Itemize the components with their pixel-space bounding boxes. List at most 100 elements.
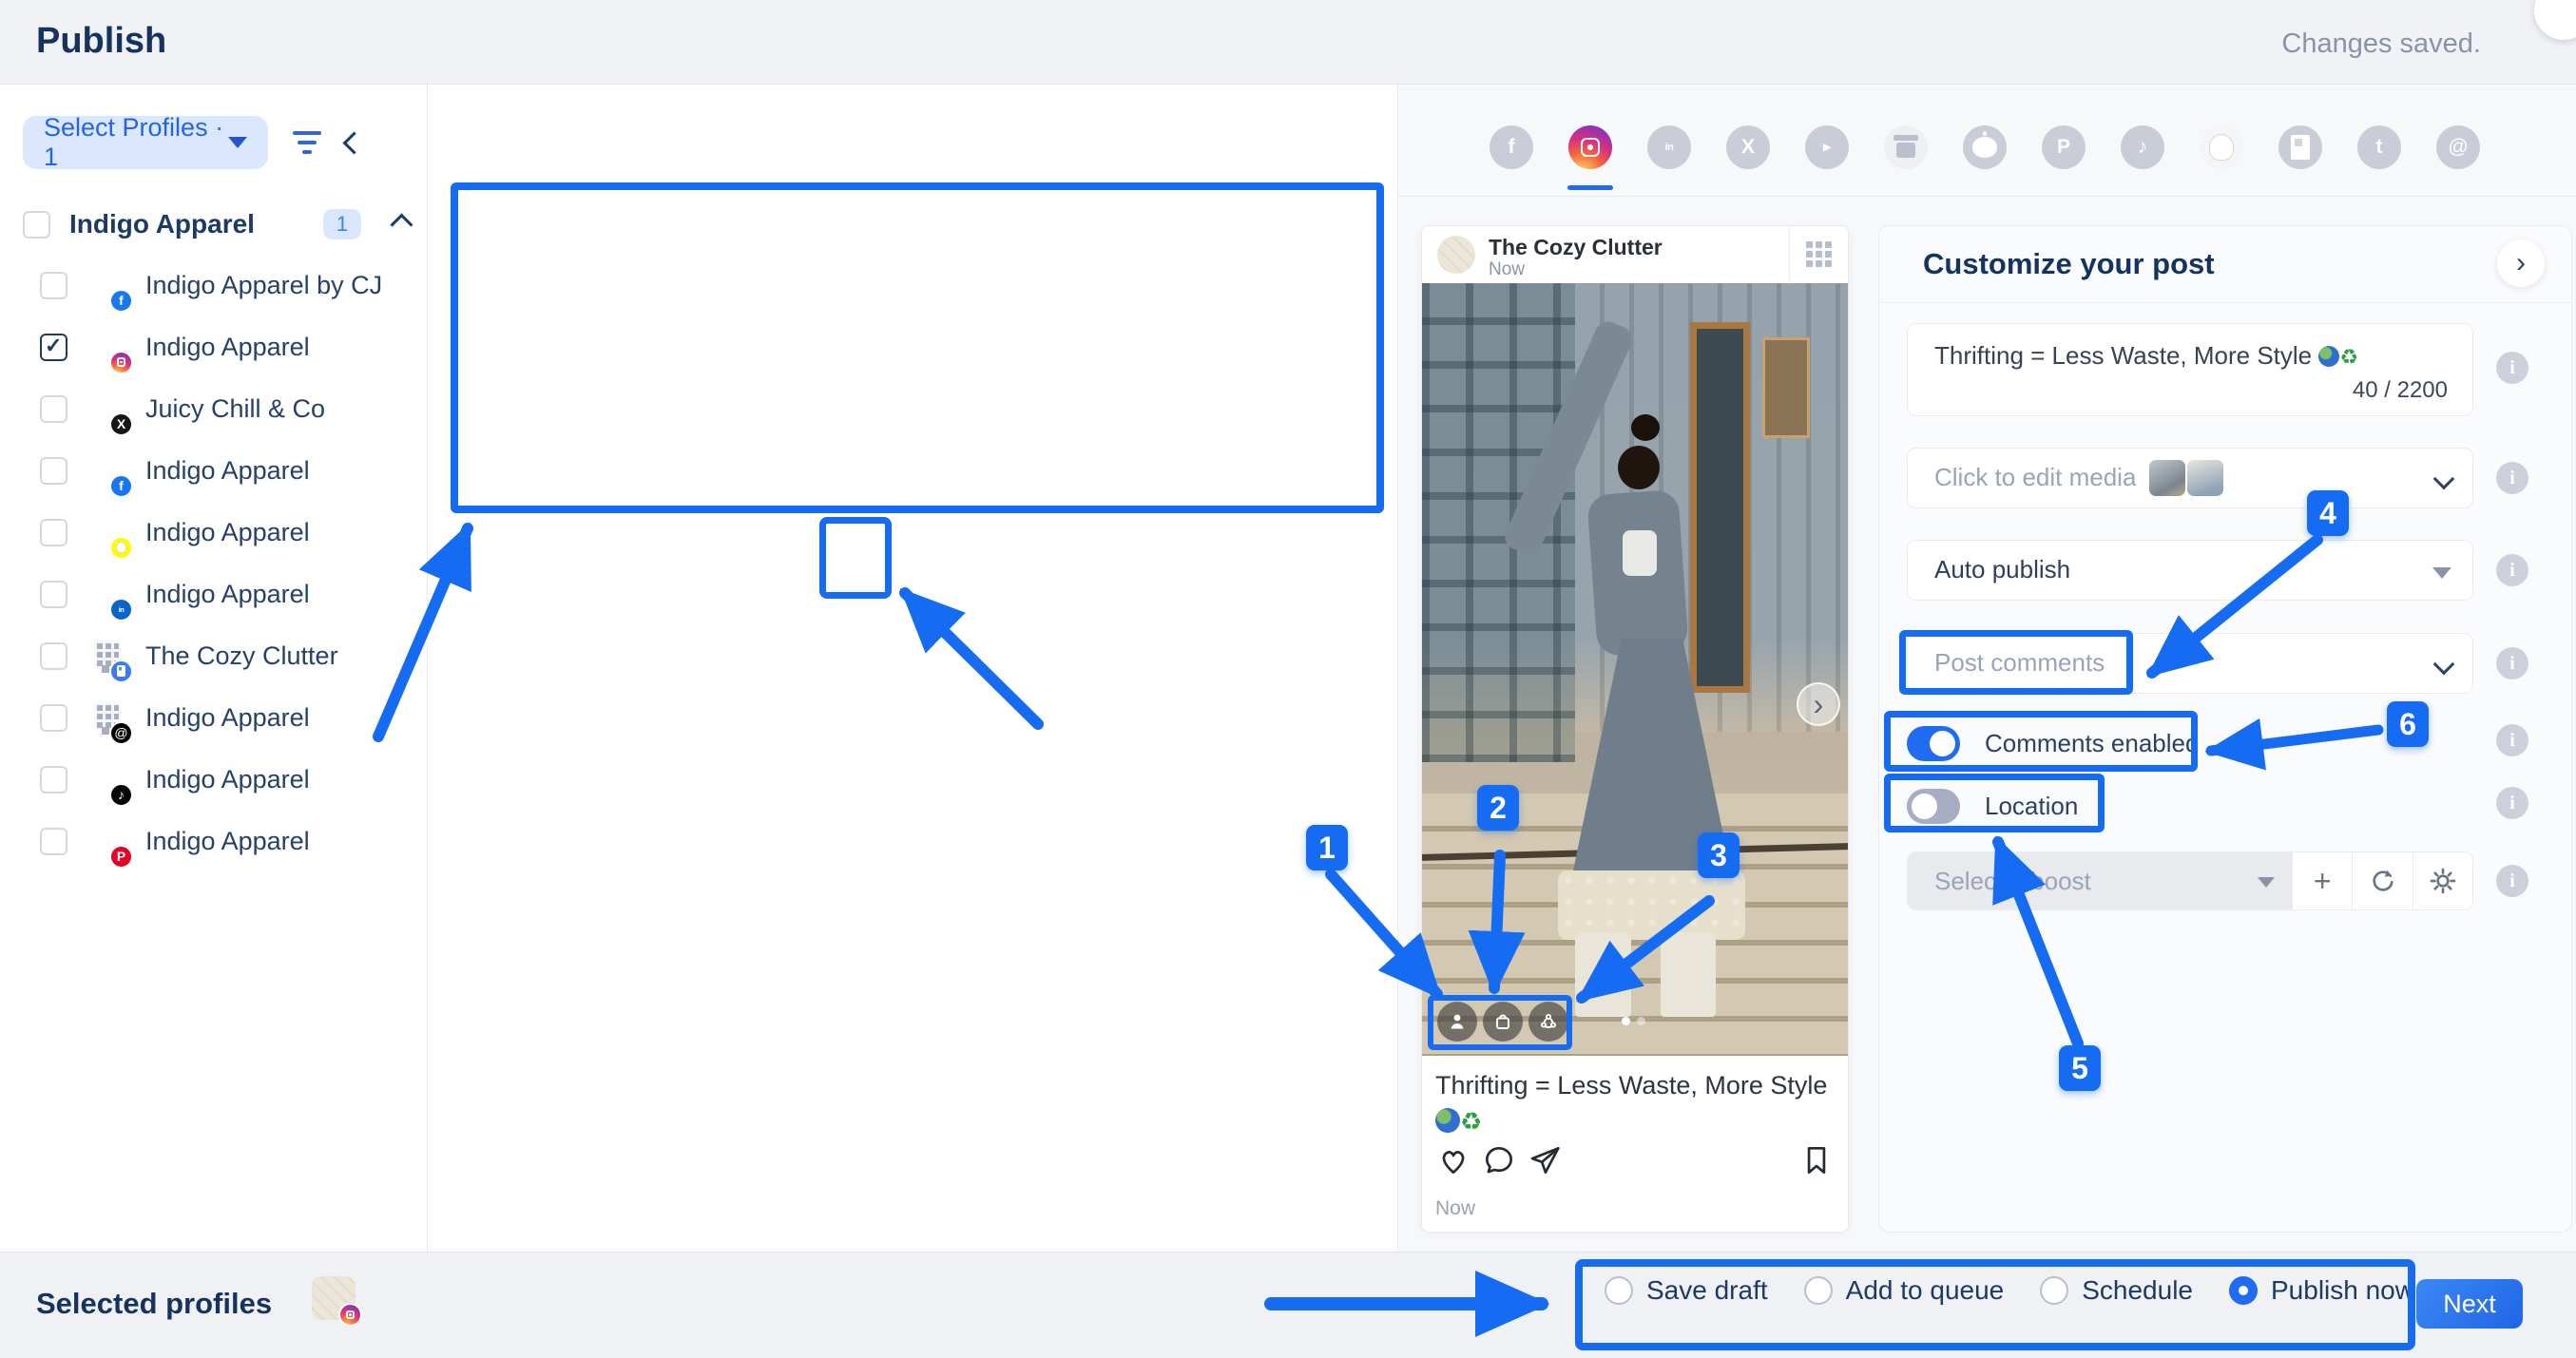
collapse-sidebar-icon[interactable] [342,131,365,154]
next-button[interactable]: Next [2416,1279,2523,1329]
network-tab-reddit[interactable] [1963,125,2007,169]
info-icon: i [2496,462,2528,494]
profile-name: Indigo Apparel [145,456,310,486]
profile-row[interactable]: Indigo Apparel [23,749,410,811]
network-tab-googlebusiness[interactable] [2278,125,2322,169]
profile-checkbox[interactable] [40,642,67,670]
earth-emoji [1435,1108,1460,1133]
info-icon: i [2496,865,2528,897]
network-tab-x[interactable] [1726,125,1770,169]
profile-row[interactable]: Indigo Apparel [23,564,410,625]
profile-checkbox[interactable] [40,581,67,608]
filter-icon[interactable] [293,131,321,154]
profile-checkbox[interactable] [40,828,67,855]
profile-row[interactable]: Indigo Apparel [23,811,410,872]
preview-account-name: The Cozy Clutter [1489,235,1663,260]
profile-checkbox[interactable] [40,704,67,732]
profile-checkbox[interactable] [40,395,67,423]
profile-checkbox[interactable] [40,457,67,485]
radio-schedule[interactable]: Schedule [2040,1275,2193,1306]
tag-products-icon[interactable] [1483,1002,1523,1042]
profile-name: Juicy Chill & Co [145,394,325,424]
profile-row[interactable]: Indigo Apparel by CJ [23,255,410,316]
post-comments-field[interactable]: Post comments [1907,633,2473,694]
profile-name: Indigo Apparel [145,765,310,794]
network-tab-pinterest[interactable] [2042,125,2086,169]
preview-caption: Thrifting = Less Waste, More Style [1435,1071,1827,1100]
refresh-boost-button[interactable] [2352,852,2412,909]
chevron-down-icon [228,137,247,148]
profile-checkbox[interactable] [40,334,67,361]
network-tab-facebook[interactable] [1490,125,1533,169]
caption-field[interactable]: Thrifting = Less Waste, More Style 40 / … [1907,323,2473,416]
tag-people-icon[interactable] [1437,1002,1477,1042]
profile-checkbox[interactable] [40,766,67,794]
publish-page: Publish Changes saved. Select Profiles ·… [0,0,2576,1358]
profile-group-header[interactable]: Indigo Apparel 1 [23,209,410,239]
x-icon [109,412,133,436]
caret-down-icon [2258,877,2275,888]
profile-checkbox[interactable] [40,519,67,546]
preview-photo: › [1422,283,1848,1056]
network-tab-snapchat[interactable] [2200,125,2243,169]
profile-row[interactable]: Indigo Apparel [23,502,410,564]
add-boost-button[interactable]: + [2292,852,2352,909]
carousel-dot-active [1622,1017,1630,1025]
profile-name: The Cozy Clutter [145,641,338,671]
network-tab-storefront[interactable] [1884,125,1928,169]
corner-help-button[interactable] [2534,0,2576,40]
location-toggle[interactable] [1907,789,1960,824]
profile-row[interactable]: Indigo Apparel [23,440,410,502]
select-profiles-dropdown[interactable]: Select Profiles · 1 [23,116,268,169]
network-tab-instagram[interactable] [1568,125,1612,169]
group-checkbox[interactable] [23,211,50,239]
chevron-down-icon [2433,469,2455,490]
network-tab-threads[interactable] [2436,125,2480,169]
profile-row[interactable]: Indigo Apparel [23,687,410,749]
location-row: Location [1907,787,2078,825]
selected-profile-avatar [312,1276,356,1320]
facebook-icon [109,289,133,313]
bookmark-icon[interactable] [1797,1140,1836,1180]
network-tab-tiktok[interactable] [2121,125,2164,169]
carousel-dot [1637,1017,1645,1025]
comments-toggle[interactable] [1907,726,1960,761]
edit-media-field[interactable]: Click to edit media [1907,448,2473,508]
info-icon: i [2496,554,2528,586]
profile-list: Indigo Apparel by CJ Indigo Apparel Juic… [23,255,410,872]
boost-settings-button[interactable] [2413,852,2472,909]
radio-add-to-queue[interactable]: Add to queue [1804,1275,2005,1306]
network-tabs [1490,125,2480,169]
like-icon[interactable] [1433,1140,1473,1180]
carousel-next-button[interactable]: › [1797,682,1840,726]
profile-row[interactable]: The Cozy Clutter [23,625,410,687]
instagram-preview-card: The Cozy Clutter Now › [1421,225,1849,1233]
collapse-panel-button[interactable]: › [2497,239,2545,287]
grid-view-button[interactable] [1789,226,1848,283]
profiles-sidebar: Select Profiles · 1 Indigo Apparel 1 Ind… [0,84,428,1252]
collaborators-icon[interactable] [1528,1002,1568,1042]
tiktok-icon [109,783,133,807]
threads-icon [109,721,133,745]
boost-select[interactable]: Select a boost [1908,852,2292,909]
customize-panel: Customize your post › Thrifting = Less W… [1878,225,2572,1233]
network-tab-youtube[interactable] [1805,125,1849,169]
radio-publish-now[interactable]: Publish now [2229,1275,2414,1306]
profile-row[interactable]: Indigo Apparel [23,316,410,378]
share-icon[interactable] [1525,1140,1565,1180]
recycle-emoji [1460,1107,1482,1136]
group-name: Indigo Apparel [69,209,308,239]
radio-save-draft[interactable]: Save draft [1605,1275,1768,1306]
profile-row[interactable]: Juicy Chill & Co [23,378,410,440]
profile-checkbox[interactable] [40,272,67,299]
network-tab-linkedin[interactable] [1647,125,1691,169]
publish-mode-dropdown[interactable]: Auto publish [1907,540,2473,601]
network-tab-tumblr[interactable] [2357,125,2401,169]
earth-emoji [2318,346,2339,367]
chevron-up-icon[interactable] [390,213,413,236]
profile-name: Indigo Apparel [145,518,310,547]
recycle-emoji [2339,345,2358,369]
comment-icon[interactable] [1479,1140,1519,1180]
profile-name: Indigo Apparel [145,580,310,609]
composer-column [428,84,1398,1252]
